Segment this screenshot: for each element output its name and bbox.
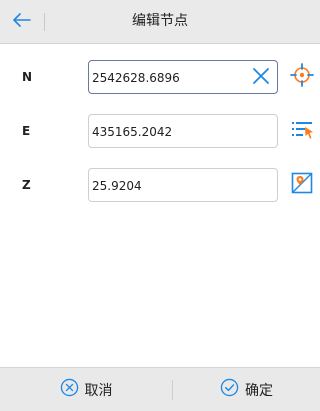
- field-label-n: N: [22, 70, 33, 84]
- northing-input[interactable]: 2542628.6896: [88, 60, 278, 94]
- elevation-value: 25.9204: [92, 179, 142, 193]
- easting-input[interactable]: 435165.2042: [88, 114, 278, 148]
- field-row-z: Z 25.9204: [0, 165, 320, 205]
- field-row-n: N 2542628.6896: [0, 57, 320, 97]
- map-pick-icon: [290, 171, 314, 199]
- easting-value: 435165.2042: [92, 125, 173, 139]
- confirm-button[interactable]: 确定: [173, 368, 320, 411]
- cancel-button[interactable]: 取消: [0, 368, 172, 411]
- circle-check-icon: [220, 378, 239, 401]
- gps-locate-icon: [290, 63, 314, 91]
- point-list-button[interactable]: [288, 117, 316, 145]
- confirm-label: 确定: [245, 382, 273, 399]
- bottom-action-bar: 取消 确定: [0, 367, 320, 411]
- cancel-label: 取消: [84, 382, 113, 399]
- northing-value: 2542628.6896: [92, 71, 180, 85]
- field-label-z: Z: [22, 178, 31, 192]
- close-icon: [252, 67, 270, 89]
- field-row-e: E 435165.2042: [0, 111, 320, 151]
- title-bar: 编辑节点: [0, 0, 320, 44]
- point-list-icon: [290, 117, 314, 145]
- field-label-e: E: [22, 124, 31, 138]
- gps-locate-button[interactable]: [288, 63, 316, 91]
- page-title: 编辑节点: [132, 13, 188, 29]
- elevation-input[interactable]: 25.9204: [88, 168, 278, 202]
- clear-button[interactable]: [249, 66, 273, 90]
- circle-x-icon: [60, 378, 79, 401]
- map-pick-button[interactable]: [288, 171, 316, 199]
